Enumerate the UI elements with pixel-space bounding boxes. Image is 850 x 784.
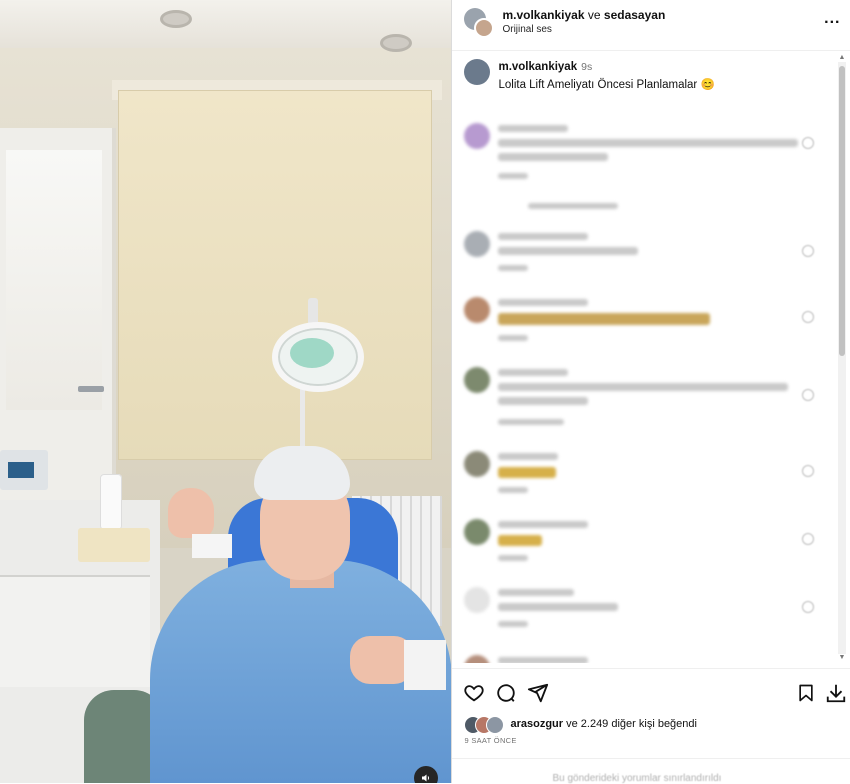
ceiling-spotlight xyxy=(380,34,412,52)
scrollbar-thumb[interactable] xyxy=(839,66,845,356)
audio-label[interactable]: Orijinal ses xyxy=(502,24,551,35)
post-viewer: m.volkankiyak ve sedasayan Orijinal ses … xyxy=(0,0,850,784)
comments-restricted-bar: Bu gönderideki yorumlar sınırlandırıldı xyxy=(452,758,850,784)
post-timestamp[interactable]: 9 SAAT ÖNCE xyxy=(464,736,516,745)
header-collab-username[interactable]: sedasayan xyxy=(604,8,665,22)
comment-icon[interactable] xyxy=(494,681,518,705)
heart-icon[interactable] xyxy=(462,681,486,705)
avatar[interactable] xyxy=(464,59,491,85)
liker-username[interactable]: arasozgur xyxy=(510,718,563,730)
download-icon[interactable] xyxy=(824,681,848,705)
cabinet xyxy=(0,575,150,687)
more-icon[interactable]: ... xyxy=(824,10,840,28)
share-icon[interactable] xyxy=(526,681,550,705)
scroll-down-icon[interactable]: ▼ xyxy=(838,654,846,661)
scrollbar[interactable]: ▲ ▼ xyxy=(838,54,846,664)
comments-list[interactable]: m.volkankiyak 9s Lolita Lift Ameliyatı Ön… xyxy=(452,51,834,663)
caption-username[interactable]: m.volkankiyak xyxy=(498,61,577,73)
post-author[interactable]: m.volkankiyak ve sedasayan xyxy=(502,8,665,22)
comments-restricted-note: Bu gönderideki yorumlar sınırlandırıldı xyxy=(552,773,722,784)
ceiling-spotlight xyxy=(160,10,192,28)
avatar[interactable] xyxy=(474,18,495,38)
likes-count-text[interactable]: ve 2.249 diğer kişi beğendi xyxy=(563,718,697,730)
scroll-up-icon[interactable]: ▲ xyxy=(838,54,846,61)
mute-icon[interactable] xyxy=(414,766,438,783)
header-username[interactable]: m.volkankiyak xyxy=(502,8,584,22)
post-header: m.volkankiyak ve sedasayan Orijinal ses … xyxy=(452,0,850,51)
bottle xyxy=(100,474,122,530)
post-media-video[interactable] xyxy=(0,0,452,783)
window-blind xyxy=(118,90,432,460)
caption-text: Lolita Lift Ameliyatı Öncesi Planlamalar… xyxy=(498,79,715,91)
raised-hand xyxy=(168,488,214,538)
bookmark-icon[interactable] xyxy=(794,681,818,705)
header-connector: ve xyxy=(587,8,601,22)
avatar[interactable] xyxy=(486,716,505,734)
post-side-panel: m.volkankiyak ve sedasayan Orijinal ses … xyxy=(451,0,850,784)
surgical-cap xyxy=(254,446,350,500)
action-bar xyxy=(452,668,850,715)
caption-time: 9s xyxy=(581,61,593,73)
tray xyxy=(78,528,150,562)
